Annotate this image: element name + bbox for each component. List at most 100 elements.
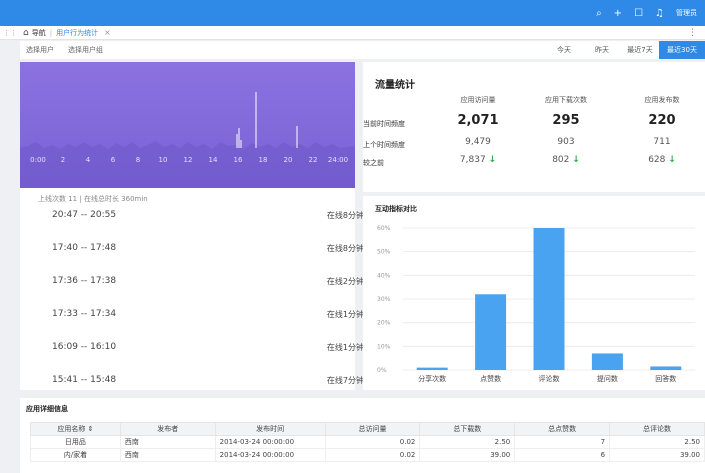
plus-icon[interactable]: + [614,8,622,19]
change-downloads: 802 ↓ [531,155,601,165]
change-value: 628 [648,155,666,165]
online-time-chart: 0:00 2 4 6 8 10 12 14 16 18 20 22 24:00 [20,62,355,188]
grid-icon[interactable]: ⋮⋮ [3,29,17,37]
user-name[interactable]: 管理员 [676,8,697,18]
table-row[interactable]: 日用品 西南 2014-03-24 00:00:00 0.02 2.50 7 2… [30,435,705,449]
column-header: 应用下载次数 [545,96,587,104]
separator: | [49,28,53,37]
range-30-days[interactable]: 最近30天 [659,41,705,59]
current-downloads: 295 [552,113,580,128]
session-row: 15:41 -- 15:48 在线7分钟 [52,373,364,387]
session-time: 15:41 -- 15:48 [52,375,117,385]
y-tick-label: 0% [377,367,387,374]
interaction-compare-panel: 互动指标对比 0% 10% 20% 30% 40% 50% 60% 分享次数 点赞数 评论数 提问数… [363,196,705,390]
column-header[interactable]: 发布时间 [214,422,326,436]
column-header: 应用发布数 [644,96,680,104]
hour-tick-label: 8 [135,156,141,164]
traffic-stats-panel: 流量统计 应用访问量 应用下载次数 应用发布数 当前时间频度 2,071 295… [363,62,705,192]
range-yesterday[interactable]: 昨天 [583,41,621,59]
column-header[interactable]: 应用名称 ⇕ [30,422,121,436]
top-bar-icons: ⌕ + ☐ ♫ 管理员 [596,0,697,26]
app-details-table: 应用名称 ⇕ 发布者 发布时间 总访问量 总下载数 总点赞数 总评论数 日用品 … [30,422,705,462]
hour-tick-label: 20 [283,156,293,164]
range-selector: 今天 昨天 最近7天 最近30天 [545,41,705,59]
cell-app-name: 内/家着 [30,448,121,462]
cell-total-comments: 39.00 [609,448,705,462]
table-row[interactable]: 内/家着 西南 2014-03-24 00:00:00 0.02 39.00 6… [30,448,705,462]
column-header[interactable]: 总访问量 [324,422,421,436]
close-icon[interactable]: × [104,28,111,37]
cell-app-name: 日用品 [30,435,121,449]
arrow-down-icon: ↓ [668,155,676,165]
session-row: 17:36 -- 17:38 在线2分钟 [52,274,364,288]
cell-total-comments: 2.50 [609,435,705,449]
y-tick-label: 20% [377,320,391,327]
nav-label[interactable]: 导航 [32,28,46,38]
session-duration: 在线1分钟 [326,342,364,352]
bag-icon[interactable]: ☐ [634,8,643,19]
current-visits: 2,071 [457,113,499,128]
select-user-group-button[interactable]: 选择用户组 [68,45,103,55]
sort-icon[interactable]: ⇕ [88,425,94,433]
range-today[interactable]: 今天 [545,41,583,59]
hour-tick-label: 16 [233,156,243,164]
hour-tick-label: 18 [258,156,268,164]
online-time-chart-svg [20,92,355,188]
y-tick-label: 30% [377,296,391,303]
hour-axis: 0:00 2 4 6 8 10 12 14 16 18 20 22 24:00 [20,156,355,166]
bell-icon[interactable]: ♫ [655,8,664,19]
cell-total-downloads: 2.50 [419,435,516,449]
y-tick-label: 60% [377,225,391,232]
tab-user-behavior[interactable]: 用户行为统计 [56,28,98,38]
home-icon[interactable]: ⌂ [23,28,29,38]
arrow-down-icon: ↓ [572,155,580,165]
y-tick-label: 10% [377,343,391,350]
bar[interactable] [475,294,507,370]
previous-downloads: 903 [557,137,575,147]
session-row: 17:40 -- 17:48 在线8分钟 [52,241,364,255]
hour-tick-label: 12 [183,156,193,164]
hour-tick-label: 10 [158,156,168,164]
search-icon[interactable]: ⌕ [596,8,602,19]
session-duration: 在线8分钟 [326,210,364,220]
session-row: 16:09 -- 16:10 在线1分钟 [52,340,364,354]
cell-total-downloads: 39.00 [419,448,516,462]
table-header-row: 应用名称 ⇕ 发布者 发布时间 总访问量 总下载数 总点赞数 总评论数 [30,422,705,436]
column-header[interactable]: 发布者 [119,422,216,436]
change-value: 802 [552,155,570,165]
session-duration: 在线7分钟 [326,375,364,385]
bar[interactable] [591,353,623,370]
tab-bar: ⋮⋮ ⌂ 导航 | 用户行为统计 × ⋮ [0,26,705,40]
more-icon[interactable]: ⋮ [688,28,697,38]
filter-bar: 选择用户 选择用户组 今天 昨天 最近7天 最近30天 [20,41,705,59]
bar[interactable] [533,228,565,370]
online-sessions-panel: 上线次数 11 | 在线总时长 360min 20:47 -- 20:55 在线… [20,188,364,390]
hour-tick-label: 6 [110,156,116,164]
column-header: 应用访问量 [460,96,496,104]
session-duration: 在线2分钟 [326,276,364,286]
session-time: 17:40 -- 17:48 [52,243,117,253]
app-details-title: 应用详细信息 [26,405,68,413]
hour-tick-label: 14 [208,156,218,164]
column-header[interactable]: 总点赞数 [514,422,611,436]
cell-total-visits: 0.02 [324,448,421,462]
column-header[interactable]: 总评论数 [609,422,705,436]
hour-tick-label: 4 [85,156,91,164]
x-tick-label: 回答数 [655,374,676,383]
change-value: 7,837 [459,155,486,165]
bar[interactable] [650,366,682,370]
bar[interactable] [416,367,448,370]
row-label: 当前时间频度 [363,120,405,128]
y-tick-label: 40% [377,272,391,279]
cell-total-likes: 7 [514,435,611,449]
x-tick-label: 评论数 [539,374,560,383]
y-tick-label: 50% [377,249,391,256]
hour-tick-label: 0:00 [30,156,46,164]
hour-tick-label: 24:00 [327,156,349,164]
select-user-button[interactable]: 选择用户 [26,45,54,55]
range-7-days[interactable]: 最近7天 [621,41,659,59]
session-time: 20:47 -- 20:55 [52,210,117,220]
column-label: 应用名称 [57,425,86,433]
cell-total-likes: 6 [514,448,611,462]
column-header[interactable]: 总下载数 [419,422,516,436]
